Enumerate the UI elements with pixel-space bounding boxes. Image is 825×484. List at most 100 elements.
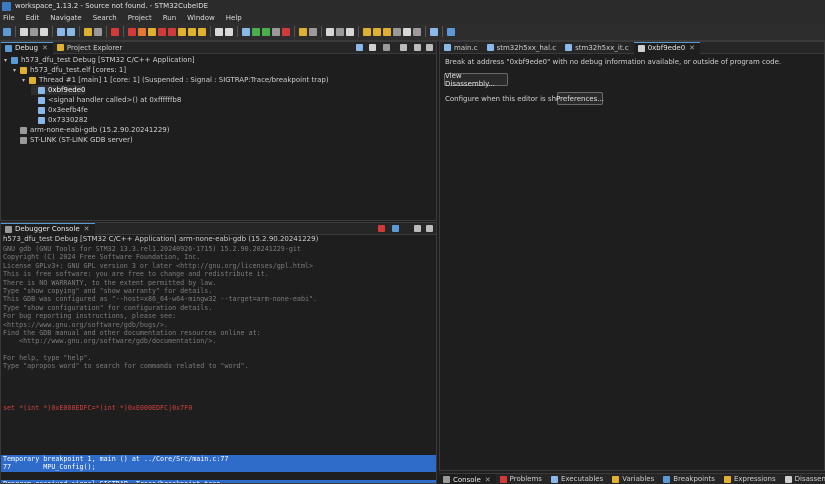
tab-0xbf9ede0-label: 0xbf9ede0 (647, 44, 686, 52)
redo-icon[interactable] (67, 27, 75, 36)
tab-debug[interactable]: Debug ✕ (1, 41, 53, 54)
stack-frame-icon (38, 86, 45, 94)
new-icon[interactable] (3, 27, 11, 36)
step-return-icon[interactable] (198, 27, 206, 36)
tab-executables[interactable]: Executables (547, 474, 608, 484)
annotation-icon[interactable] (326, 27, 334, 36)
forward-history-icon[interactable] (403, 27, 411, 36)
tab-breakpoints[interactable]: Breakpoints (659, 474, 720, 484)
external-tools-icon[interactable] (282, 27, 290, 36)
info-icon[interactable] (447, 27, 455, 36)
debug-tree-row[interactable]: ▾ h573_dfu_test Debug [STM32 C/C++ Applic… (4, 55, 195, 65)
tab-expressions[interactable]: Expressions (720, 474, 781, 484)
menu-window[interactable]: Window (187, 14, 215, 22)
collapse-all-icon[interactable] (356, 44, 363, 51)
run-icon[interactable] (262, 27, 270, 36)
close-icon[interactable]: ✕ (42, 44, 48, 52)
debug-icon[interactable] (252, 27, 260, 36)
restart-icon[interactable] (128, 27, 136, 36)
instruction-stepping-icon[interactable] (215, 27, 223, 36)
terminate-console-icon[interactable] (378, 225, 385, 232)
view-disassembly-button[interactable]: View Disassembly... (444, 72, 508, 88)
tab-disassembly[interactable]: Disassembly (781, 474, 825, 484)
last-edit-icon[interactable] (346, 27, 354, 36)
step-into-icon[interactable] (178, 27, 186, 36)
preferences-button[interactable]: Preferences... (556, 92, 604, 105)
menu-project[interactable]: Project (128, 14, 152, 22)
disconnect-icon[interactable] (168, 27, 176, 36)
close-icon[interactable]: ✕ (689, 44, 695, 52)
tab-0xbf9ede0[interactable]: 0xbf9ede0 ✕ (633, 41, 701, 54)
remove-terminated-icon[interactable] (369, 44, 376, 51)
minimize-icon[interactable] (414, 225, 421, 232)
c-file-icon (565, 44, 573, 51)
menu-file[interactable]: File (3, 14, 15, 22)
menu-help[interactable]: Help (226, 14, 242, 22)
stack-frame-row[interactable]: 0x3eefb4fe (31, 105, 88, 115)
reset-chip-icon[interactable] (225, 27, 233, 36)
debug-view-menu-icon[interactable] (383, 44, 390, 51)
tab-project-explorer[interactable]: Project Explorer (53, 42, 127, 53)
stack-frame-row[interactable]: 0xbf9ede0 (31, 85, 86, 95)
print-icon[interactable] (40, 27, 48, 36)
save-all-icon[interactable] (30, 27, 38, 36)
annotation-dropdown-icon[interactable] (336, 27, 344, 36)
step-over-icon[interactable] (188, 27, 196, 36)
tab-label: Problems (509, 475, 542, 483)
expand-toggle-icon[interactable]: ▾ (4, 57, 11, 64)
undo-icon[interactable] (57, 27, 65, 36)
expand-toggle-icon[interactable]: ▾ (13, 67, 20, 74)
save-icon[interactable] (20, 27, 28, 36)
toolbar-separator (106, 26, 107, 37)
forward-dropdown-icon[interactable] (413, 27, 421, 36)
view-menu-icon[interactable] (400, 44, 407, 51)
open-perspective-icon[interactable] (430, 27, 438, 36)
build-icon[interactable] (84, 27, 92, 36)
stack-frame-row[interactable]: 0x7330282 (31, 115, 88, 125)
back-icon[interactable] (363, 27, 371, 36)
build-dropdown-icon[interactable] (94, 27, 102, 36)
menu-navigate[interactable]: Navigate (50, 14, 81, 22)
debug-tree-row[interactable]: ▾ h573_dfu_test.elf [cores: 1] (13, 65, 126, 75)
debug-tree-row[interactable]: arm-none-eabi-gdb (15.2.90.20241229) (13, 125, 169, 135)
menu-search[interactable]: Search (93, 14, 117, 22)
tab-stm32h5xx-it-c[interactable]: stm32h5xx_it.c (561, 42, 634, 53)
console-line: There is NO WARRANTY, to the extent perm… (3, 278, 217, 287)
debug-config-icon[interactable] (242, 27, 250, 36)
menu-run[interactable]: Run (163, 14, 176, 22)
suspend-icon[interactable] (148, 27, 156, 36)
history-dropdown-icon[interactable] (393, 27, 401, 36)
c-file-icon (444, 44, 451, 51)
tab-stm32h5xx-hal-c[interactable]: stm32h5xx_hal.c (483, 42, 562, 53)
debug-tree-row[interactable]: ▾ Thread #1 [main] 1 [core: 1] (Suspended… (22, 75, 329, 85)
tab-main-c[interactable]: main.c (440, 42, 483, 53)
expand-toggle-icon[interactable]: ▾ (22, 77, 29, 84)
tab-variables[interactable]: Variables (608, 474, 659, 484)
maximize-icon[interactable] (426, 44, 433, 51)
run-dropdown-icon[interactable] (272, 27, 280, 36)
minimize-icon[interactable] (414, 44, 421, 51)
back-history-icon[interactable] (383, 27, 391, 36)
search-dropdown-icon[interactable] (309, 27, 317, 36)
terminate-icon[interactable] (158, 27, 166, 36)
debug-tree-label: ST-LINK (ST-LINK GDB server) (30, 136, 133, 144)
skip-breakpoints-icon[interactable] (111, 27, 119, 36)
display-selected-console-icon[interactable] (392, 225, 399, 232)
close-icon[interactable]: ✕ (84, 225, 90, 233)
tab-console[interactable]: Console ✕ (439, 474, 496, 484)
configure-label: Configure when this editor is shown (445, 95, 571, 103)
stack-frame-row[interactable]: <signal handler called>() at 0xffffffb8 (31, 95, 181, 105)
tab-label: Breakpoints (673, 475, 715, 483)
tab-debugger-console[interactable]: Debugger Console ✕ (1, 222, 95, 235)
toolbar-separator (210, 26, 211, 37)
console-output[interactable]: GNU gdb (GNU Tools for STM32 13.3.rel1.2… (1, 245, 436, 483)
tab-problems[interactable]: Problems (496, 474, 547, 484)
close-icon[interactable]: ✕ (485, 476, 491, 484)
forward-icon[interactable] (373, 27, 381, 36)
menu-edit[interactable]: Edit (26, 14, 40, 22)
debug-tree-row[interactable]: ST-LINK (ST-LINK GDB server) (13, 135, 133, 145)
resume-icon[interactable] (138, 27, 146, 36)
search-icon[interactable] (299, 27, 307, 36)
maximize-icon[interactable] (426, 225, 433, 232)
